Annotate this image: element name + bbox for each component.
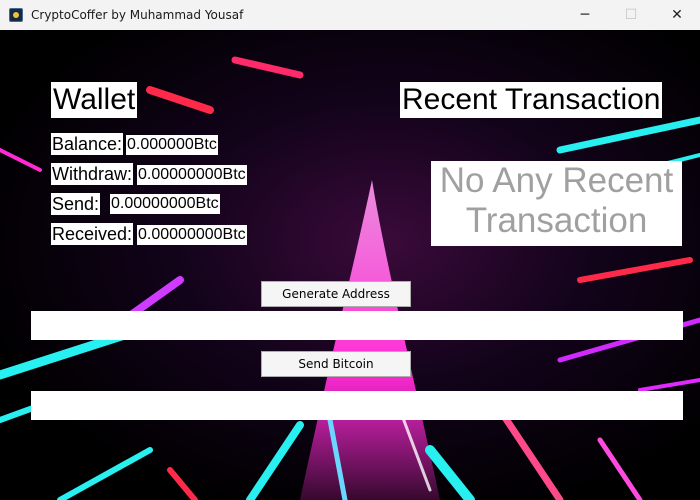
send-value: 0.00000000Btc xyxy=(110,194,220,214)
maximize-icon: ☐ xyxy=(624,7,638,23)
close-button[interactable]: ✕ xyxy=(654,0,700,30)
recent-transaction-heading: Recent Transaction xyxy=(400,82,663,118)
no-recent-transaction-message: No Any Recent Transaction xyxy=(431,161,682,246)
close-icon: ✕ xyxy=(671,7,683,23)
received-label: Received: xyxy=(51,223,134,245)
minimize-icon: ─ xyxy=(580,7,590,23)
send-bitcoin-button[interactable]: Send Bitcoin xyxy=(261,351,411,377)
app-icon xyxy=(9,8,23,22)
balance-label: Balance: xyxy=(51,133,124,155)
wallet-heading: Wallet xyxy=(51,82,138,118)
no-recent-line-1: No Any Recent xyxy=(439,161,674,200)
address-field[interactable] xyxy=(31,311,683,340)
title-bar[interactable]: CryptoCoffer by Muhammad Yousaf ─ ☐ ✕ xyxy=(0,0,700,30)
send-label: Send: xyxy=(51,193,101,215)
withdraw-label: Withdraw: xyxy=(51,163,134,185)
no-recent-line-2: Transaction xyxy=(465,201,648,240)
maximize-button: ☐ xyxy=(608,0,654,30)
main-content: Wallet Recent Transaction Balance: 0.000… xyxy=(0,30,700,500)
withdraw-value: 0.00000000Btc xyxy=(137,165,247,185)
window-title: CryptoCoffer by Muhammad Yousaf xyxy=(31,8,244,22)
send-bitcoin-field[interactable] xyxy=(31,391,683,420)
received-value: 0.00000000Btc xyxy=(137,225,247,245)
balance-value: 0.000000Btc xyxy=(126,135,218,155)
minimize-button[interactable]: ─ xyxy=(562,0,608,30)
generate-address-button[interactable]: Generate Address xyxy=(261,281,411,307)
